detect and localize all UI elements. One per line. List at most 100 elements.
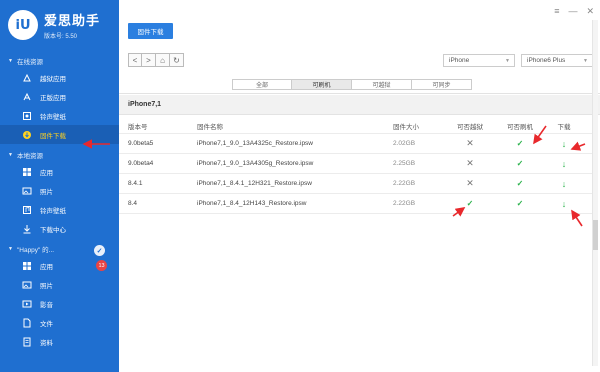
sidebar-item[interactable]: 下载中心	[0, 219, 119, 238]
section-online[interactable]: ▼ 在线资源	[0, 54, 119, 68]
col-download: 下载	[557, 123, 571, 131]
ringtone-icon	[22, 111, 32, 121]
device-type-value: iPhone	[449, 57, 470, 64]
sidebar-item-label: 照片	[40, 282, 53, 290]
forward-button[interactable]: >	[142, 53, 156, 67]
sidebar-item-label: 资料	[40, 339, 53, 347]
check-icon: ✓	[516, 199, 524, 208]
photo-icon	[22, 280, 32, 290]
connected-check-icon: ✓	[94, 245, 105, 256]
table-row[interactable]: 9.0beta4 iPhone7,1_9.0_13A4305g_Restore.i…	[119, 154, 594, 174]
sidebar-item-label: 照片	[40, 188, 53, 196]
file-icon	[22, 318, 32, 328]
jailbreak-app-icon	[22, 73, 32, 83]
home-button[interactable]: ⌂	[156, 53, 170, 67]
photo-icon	[22, 186, 32, 196]
section-local[interactable]: ▼ 本地资源	[0, 148, 119, 162]
check-icon: ✓	[466, 199, 474, 208]
cell-name: iPhone7,1_9.0_13A4325c_Restore.ipsw	[197, 140, 314, 147]
sidebar-item-label: 铃声壁纸	[40, 113, 66, 121]
music-icon	[22, 205, 32, 215]
filter-tabs: 全部 可刷机 可越狱 可同步	[232, 79, 472, 90]
col-size: 固件大小	[393, 123, 419, 131]
download-icon[interactable]: ↓	[549, 134, 579, 153]
collapse-triangle-icon: ▼	[8, 246, 13, 252]
cell-size: 2.02GB	[393, 140, 416, 147]
table-row[interactable]: 8.4.1 iPhone7,1_8.4.1_12H321_Restore.ipsw…	[119, 174, 594, 194]
check-icon: ✓	[516, 139, 524, 148]
cell-version: 9.0beta5	[128, 140, 154, 147]
device-model-value: iPhone6 Plus	[527, 57, 566, 64]
cell-name: iPhone7,1_8.4_12H143_Restore.ipsw	[197, 200, 307, 207]
sidebar-item[interactable]: 应用 13	[0, 256, 119, 275]
app-store-icon	[22, 92, 32, 102]
filter-tab[interactable]: 可同步	[412, 79, 472, 90]
cell-size: 2.22GB	[393, 200, 416, 207]
sidebar-item-label: 影音	[40, 301, 53, 309]
app-name: 爱思助手	[44, 13, 101, 28]
apps-icon	[22, 167, 32, 177]
sidebar-item[interactable]: 文件	[0, 313, 119, 332]
data-icon	[22, 337, 32, 347]
filter-tab[interactable]: 可刷机	[292, 79, 352, 90]
firmware-download-button[interactable]: 固件下载	[128, 23, 173, 39]
sidebar-item[interactable]: 应用	[0, 162, 119, 181]
scrollbar[interactable]	[592, 20, 598, 366]
collapse-triangle-icon: ▼	[8, 152, 13, 158]
sidebar-item-label: 越狱应用	[40, 75, 66, 83]
sidebar-item[interactable]: 固件下载	[0, 125, 119, 144]
section-label: "Happy" 的...	[16, 247, 55, 254]
close-icon[interactable]: ✕	[586, 6, 594, 17]
sidebar-item[interactable]: 资料	[0, 332, 119, 351]
sidebar-item[interactable]: 越狱应用	[0, 68, 119, 87]
section-label: 在线资源	[16, 59, 43, 66]
firmware-icon	[22, 130, 32, 140]
filter-bar: 全部 可刷机 可越狱 可同步	[119, 76, 600, 94]
chevron-down-icon: ▼	[505, 57, 510, 64]
sidebar-item[interactable]: 正版应用	[0, 87, 119, 106]
device-type-select[interactable]: iPhone ▼	[443, 54, 515, 67]
section-label: 本地资源	[16, 153, 43, 160]
app-logo: iU	[8, 10, 38, 40]
sidebar-item[interactable]: 铃声壁纸	[0, 200, 119, 219]
cell-version: 9.0beta4	[128, 160, 154, 167]
main-panel: ≡ — ✕ 固件下载 < > ⌂ ↻ iPhone ▼ iPhone6 Plus…	[119, 0, 600, 372]
sidebar-item[interactable]: 铃声壁纸	[0, 106, 119, 125]
download-center-icon	[22, 224, 32, 234]
cross-icon: ✕	[466, 178, 474, 188]
check-icon: ✓	[516, 179, 524, 188]
firmware-table: 版本号 固件名称 固件大小 可否越狱 可否刷机 下载 9.0beta5 iPhon…	[119, 118, 594, 214]
sidebar-item[interactable]: 照片	[0, 275, 119, 294]
back-button[interactable]: <	[128, 53, 142, 67]
section-device[interactable]: ▼ "Happy" 的... ✓	[0, 242, 119, 256]
minimize-icon[interactable]: —	[568, 6, 577, 17]
col-version: 版本号	[128, 123, 148, 131]
device-model-select[interactable]: iPhone6 Plus ▼	[521, 54, 593, 67]
filter-tab[interactable]: 可越狱	[352, 79, 412, 90]
table-row[interactable]: 9.0beta5 iPhone7,1_9.0_13A4325c_Restore.i…	[119, 134, 594, 154]
cell-size: 2.25GB	[393, 160, 416, 167]
window-controls: ≡ — ✕	[554, 6, 594, 17]
scroll-thumb[interactable]	[593, 220, 598, 250]
refresh-button[interactable]: ↻	[170, 53, 184, 67]
media-icon	[22, 299, 32, 309]
collapse-triangle-icon: ▼	[8, 58, 13, 64]
cell-version: 8.4.1	[128, 180, 143, 187]
chevron-down-icon: ▼	[583, 57, 588, 64]
cross-icon: ✕	[466, 158, 474, 168]
filter-tab[interactable]: 全部	[232, 79, 292, 90]
sidebar-item-label: 文件	[40, 320, 53, 328]
cell-name: iPhone7,1_9.0_13A4305g_Restore.ipsw	[197, 160, 314, 167]
sidebar-item-label: 铃声壁纸	[40, 207, 66, 215]
col-jailbreak: 可否越狱	[457, 123, 483, 131]
cell-name: iPhone7,1_8.4.1_12H321_Restore.ipsw	[197, 180, 312, 187]
sidebar-item-label: 应用	[40, 263, 53, 271]
menu-icon[interactable]: ≡	[554, 6, 559, 17]
download-icon[interactable]: ↓	[549, 174, 579, 193]
model-title: iPhone7,1	[119, 95, 600, 115]
table-row[interactable]: 8.4 iPhone7,1_8.4_12H143_Restore.ipsw 2.22…	[119, 194, 594, 214]
sidebar-item[interactable]: 影音	[0, 294, 119, 313]
download-icon[interactable]: ↓	[549, 194, 579, 213]
download-icon[interactable]: ↓	[549, 154, 579, 173]
sidebar-item[interactable]: 照片	[0, 181, 119, 200]
